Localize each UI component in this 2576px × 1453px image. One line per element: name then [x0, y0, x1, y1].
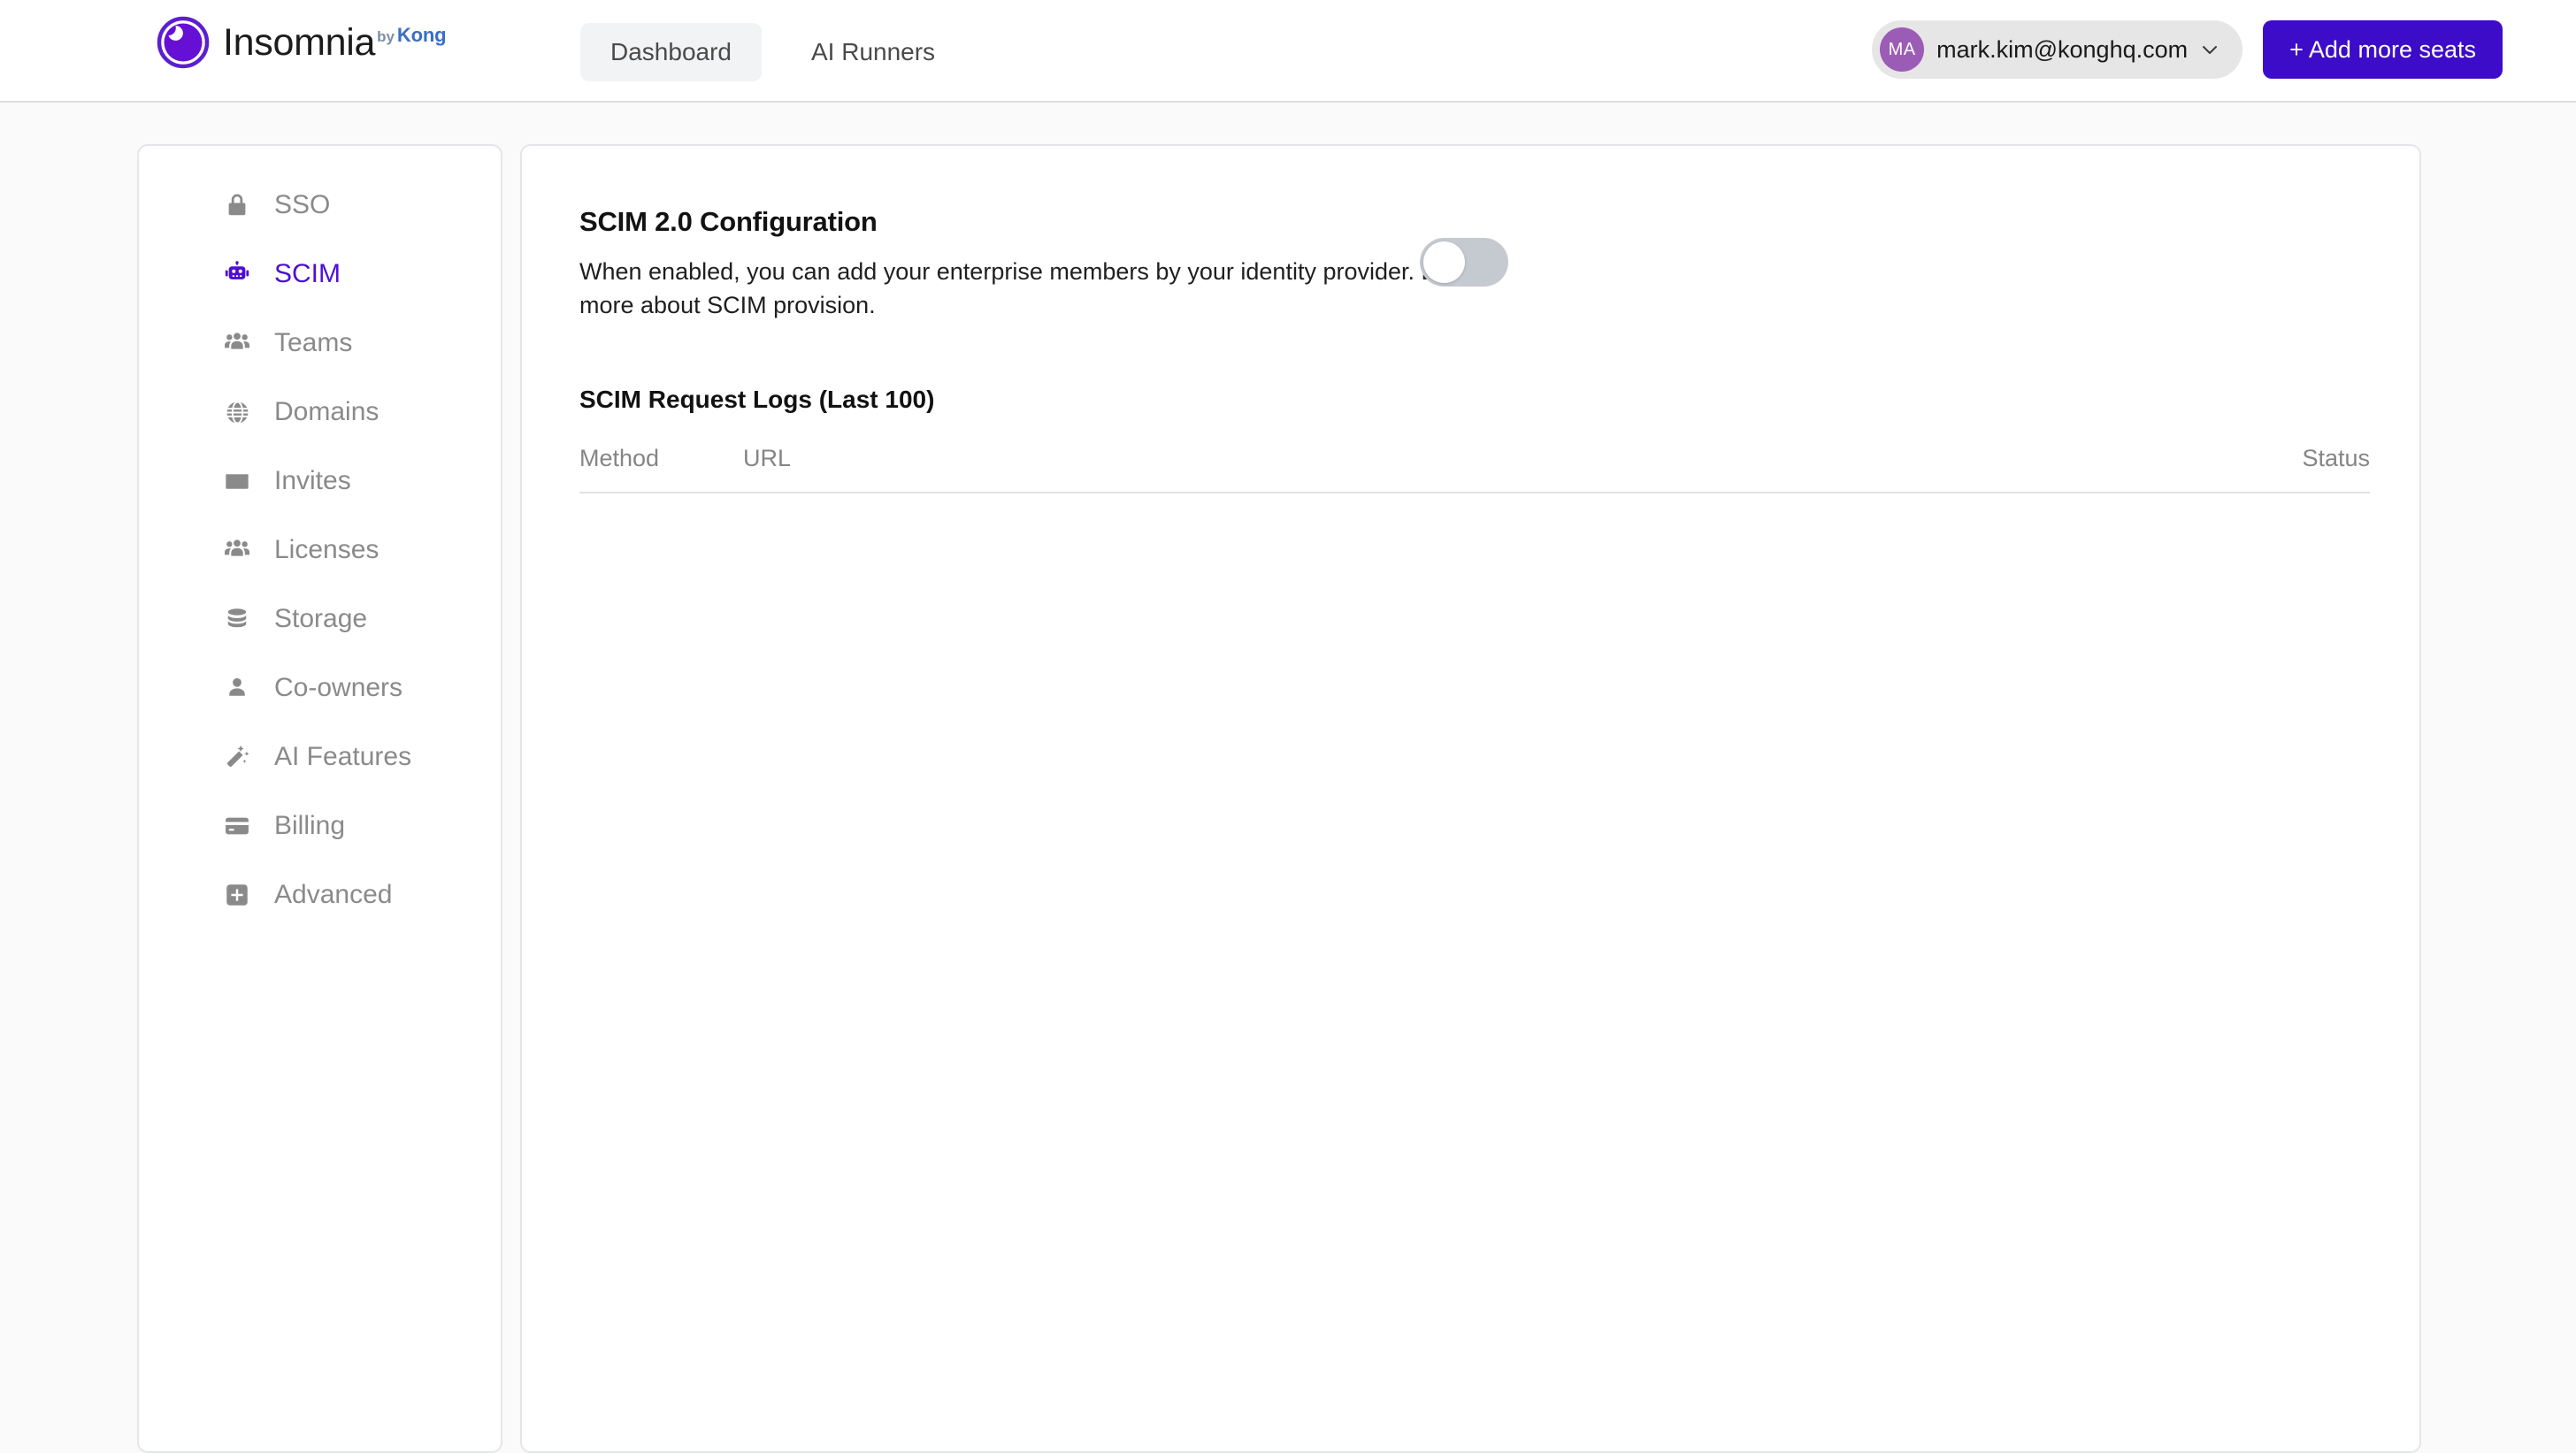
sidebar-item-sso[interactable]: SSO: [139, 171, 501, 240]
tab-dashboard[interactable]: Dashboard: [580, 23, 762, 81]
add-more-seats-button[interactable]: + Add more seats: [2263, 20, 2503, 79]
column-header-url: URL: [743, 445, 2302, 472]
globe-icon: [222, 397, 252, 427]
sidebar-item-label: Invites: [274, 466, 351, 496]
page-title: SCIM 2.0 Configuration: [579, 206, 2340, 238]
sidebar-item-label: Advanced: [274, 880, 392, 910]
lock-icon: [222, 190, 252, 220]
sidebar-item-label: Teams: [274, 328, 352, 358]
sidebar-item-scim[interactable]: SCIM: [139, 240, 501, 309]
account-menu[interactable]: MA mark.kim@konghq.com: [1872, 20, 2242, 79]
robot-icon: [222, 259, 252, 289]
user-icon: [222, 673, 252, 703]
sidebar-item-billing[interactable]: Billing: [139, 792, 501, 860]
scim-request-logs-table: Method URL Status: [579, 445, 2370, 529]
sidebar-item-label: Storage: [274, 604, 367, 634]
chevron-down-icon: [2200, 40, 2220, 59]
people-group-icon: [222, 328, 252, 358]
tab-ai-runners[interactable]: AI Runners: [781, 23, 965, 81]
app-header: Insomnia by Kong Dashboard AI Runners MA…: [0, 0, 2576, 103]
sidebar-item-label: AI Features: [274, 742, 411, 772]
table-header-row: Method URL Status: [579, 445, 2370, 493]
brand-kong-label: Kong: [397, 26, 446, 45]
insomnia-logo-icon: [156, 15, 211, 70]
sidebar-nav-list: SSO SCIM: [139, 146, 501, 929]
sidebar-item-licenses[interactable]: Licenses: [139, 516, 501, 585]
logs-title: SCIM Request Logs (Last 100): [579, 386, 2340, 414]
avatar: MA: [1880, 27, 1924, 72]
header-right-group: MA mark.kim@konghq.com + Add more seats: [1872, 20, 2503, 79]
people-group-icon: [222, 535, 252, 565]
sidebar-item-advanced[interactable]: Advanced: [139, 860, 501, 929]
settings-sidebar: SSO SCIM: [137, 144, 502, 1453]
sidebar-item-teams[interactable]: Teams: [139, 309, 501, 378]
sidebar-item-label: Domains: [274, 397, 379, 427]
sidebar-item-label: Billing: [274, 811, 345, 841]
database-icon: [222, 604, 252, 634]
brand-logo[interactable]: Insomnia by Kong: [156, 15, 446, 70]
scim-enable-toggle[interactable]: [1420, 238, 1508, 287]
column-header-status: Status: [2302, 445, 2370, 472]
table-body-empty: [579, 493, 2370, 529]
sidebar-item-label: Licenses: [274, 535, 379, 565]
sidebar-item-co-owners[interactable]: Co-owners: [139, 654, 501, 723]
sidebar-item-invites[interactable]: Invites: [139, 447, 501, 516]
sidebar-item-label: Co-owners: [274, 673, 402, 703]
credit-card-icon: [222, 811, 252, 841]
sidebar-item-label: SCIM: [274, 259, 341, 289]
brand-by-label: by: [377, 29, 395, 44]
account-email: mark.kim@konghq.com: [1936, 36, 2188, 64]
header-nav-tabs: Dashboard AI Runners: [580, 23, 965, 81]
sidebar-item-label: SSO: [274, 190, 330, 220]
section-description: When enabled, you can add your enterpris…: [579, 255, 1517, 323]
plus-square-icon: [222, 880, 252, 910]
sidebar-item-domains[interactable]: Domains: [139, 378, 501, 447]
envelope-icon: [222, 466, 252, 496]
scim-settings-panel: SCIM 2.0 Configuration When enabled, you…: [520, 144, 2421, 1453]
sidebar-item-ai-features[interactable]: AI Features: [139, 723, 501, 792]
column-header-method: Method: [579, 445, 743, 472]
brand-name: Insomnia: [223, 24, 375, 62]
toggle-knob: [1423, 241, 1465, 283]
magic-wand-icon: [222, 742, 252, 772]
sidebar-item-storage[interactable]: Storage: [139, 585, 501, 654]
